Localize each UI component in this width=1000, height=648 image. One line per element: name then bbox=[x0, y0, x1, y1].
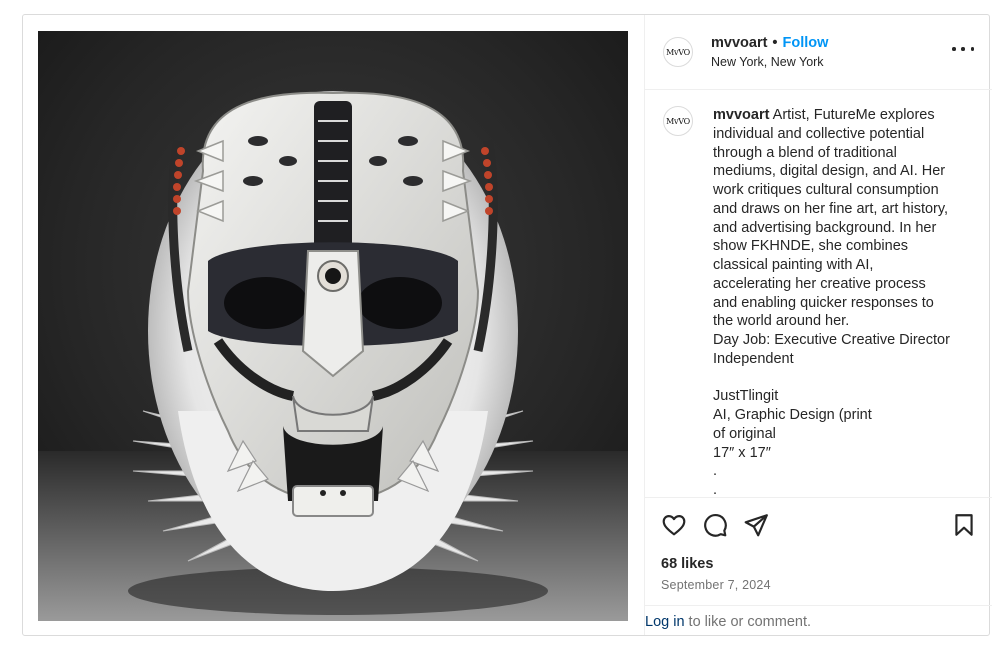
login-link[interactable]: Log in bbox=[645, 614, 685, 630]
author-avatar[interactable]: MvVO bbox=[663, 37, 693, 67]
follow-button[interactable]: Follow bbox=[783, 35, 829, 51]
caption-line bbox=[713, 369, 971, 388]
author-line: mvvoart • Follow bbox=[711, 35, 828, 51]
post-sidebar: MvVO mvvoart • Follow New York, New York M… bbox=[644, 15, 992, 635]
caption-line: mediums, digital design, and AI. Her bbox=[713, 163, 946, 180]
author-username[interactable]: mvvoart bbox=[711, 35, 767, 51]
caption-line: through a blend of traditional bbox=[713, 144, 897, 161]
login-text: Log in to like or comment. bbox=[645, 614, 811, 630]
caption-first-line-text: Artist, FutureMe explores bbox=[769, 107, 935, 123]
caption-line: Day Job: Executive Creative Director bbox=[713, 332, 950, 348]
share-icon[interactable] bbox=[743, 512, 769, 538]
caption-line: . bbox=[713, 463, 718, 480]
likes-count[interactable]: 68 likes bbox=[661, 556, 713, 572]
caption-line: of original bbox=[713, 425, 776, 442]
caption-line: show FKHNDE, she combines bbox=[713, 238, 909, 255]
comment-icon[interactable] bbox=[702, 512, 728, 538]
login-rest: to like or comment. bbox=[684, 614, 812, 630]
caption-author-avatar[interactable]: MvVO bbox=[663, 106, 693, 136]
caption-first-line: mvvoart Artist, FutureMe explores bbox=[713, 106, 971, 125]
caption-line: work critiques cultural consumption bbox=[713, 182, 939, 198]
caption-line: the world around her. bbox=[713, 313, 850, 330]
caption-line: . bbox=[713, 482, 718, 497]
caption-line: AI, Graphic Design (print bbox=[713, 407, 872, 423]
caption-line: individual and collective potential bbox=[713, 125, 925, 142]
post-image[interactable] bbox=[38, 31, 628, 621]
separator-dot: • bbox=[772, 35, 778, 51]
action-bar: 68 likes September 7, 2024 bbox=[645, 497, 992, 606]
more-options-icon[interactable] bbox=[952, 41, 974, 57]
heart-icon[interactable] bbox=[661, 512, 687, 538]
caption-line: classical painting with AI, bbox=[713, 257, 874, 273]
post-location[interactable]: New York, New York bbox=[711, 55, 824, 69]
caption-section: MvVO mvvoart Artist, FutureMe explores i… bbox=[645, 90, 992, 497]
caption-line: 17″ x 17″ bbox=[713, 444, 771, 461]
caption-line: and enabling quicker responses to bbox=[713, 294, 934, 311]
post-card: MvVO mvvoart • Follow New York, New York M… bbox=[22, 14, 992, 636]
bookmark-icon[interactable] bbox=[951, 512, 977, 538]
caption-line: and draws on her fine art, art history, bbox=[713, 200, 949, 217]
post-header: MvVO mvvoart • Follow New York, New York bbox=[645, 15, 992, 90]
caption-text: mvvoart Artist, FutureMe explores indivi… bbox=[713, 106, 971, 497]
caption-username[interactable]: mvvoart bbox=[713, 107, 769, 123]
caption-line: Independent bbox=[713, 350, 794, 367]
post-date[interactable]: September 7, 2024 bbox=[661, 578, 771, 592]
mask-artwork bbox=[38, 31, 628, 621]
login-prompt: Log in to like or comment. bbox=[645, 605, 992, 636]
caption-line: JustTlingit bbox=[713, 388, 779, 405]
caption-line: and advertising background. In her bbox=[713, 219, 937, 236]
caption-line: accelerating her creative process bbox=[713, 275, 926, 292]
